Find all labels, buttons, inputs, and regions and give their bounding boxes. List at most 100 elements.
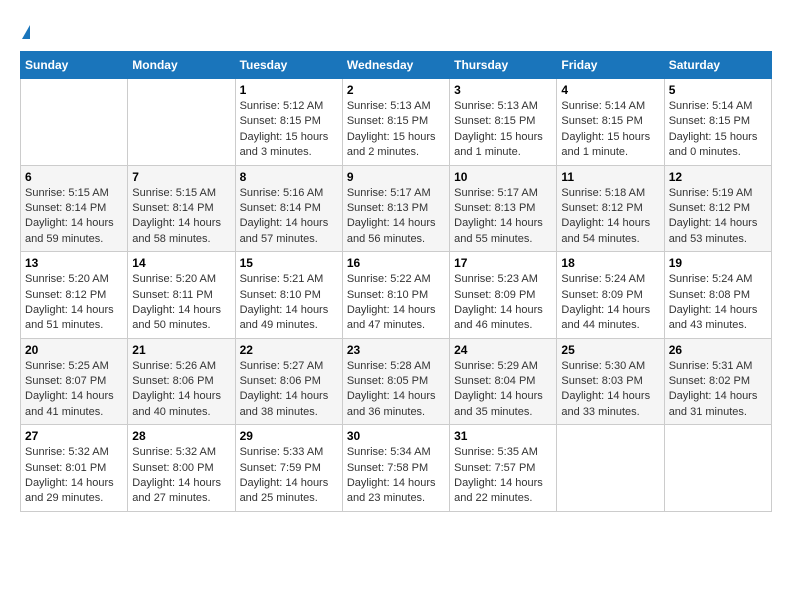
weekday-header-row: SundayMondayTuesdayWednesdayThursdayFrid… [21,52,772,79]
day-info: Sunrise: 5:24 AMSunset: 8:08 PMDaylight:… [669,272,767,334]
day-info: Sunrise: 5:21 AMSunset: 8:10 PMDaylight:… [240,272,338,334]
day-number: 3 [454,83,552,97]
day-info: Sunrise: 5:30 AMSunset: 8:03 PMDaylight:… [561,359,659,421]
weekday-header: Thursday [450,52,557,79]
weekday-header: Wednesday [342,52,449,79]
weekday-header: Sunday [21,52,128,79]
day-number: 29 [240,429,338,443]
day-info: Sunrise: 5:25 AMSunset: 8:07 PMDaylight:… [25,359,123,421]
weekday-header: Monday [128,52,235,79]
logo [20,20,90,41]
day-info: Sunrise: 5:13 AMSunset: 8:15 PMDaylight:… [347,99,445,161]
day-info: Sunrise: 5:13 AMSunset: 8:15 PMDaylight:… [454,99,552,161]
day-number: 11 [561,170,659,184]
calendar-cell: 28 Sunrise: 5:32 AMSunset: 8:00 PMDayligh… [128,425,235,512]
calendar-cell: 22Sunrise: 5:27 AMSunset: 8:06 PMDayligh… [235,338,342,425]
day-info: Sunrise: 5:14 AMSunset: 8:15 PMDaylight:… [561,99,659,161]
day-number: 14 [132,256,230,270]
day-number: 26 [669,343,767,357]
calendar-week-row: 13 Sunrise: 5:20 AMSunset: 8:12 PMDayligh… [21,252,772,339]
calendar-table: SundayMondayTuesdayWednesdayThursdayFrid… [20,51,772,512]
day-info: Sunrise: 5:19 AMSunset: 8:12 PMDaylight:… [669,186,767,248]
day-number: 23 [347,343,445,357]
day-number: 19 [669,256,767,270]
day-info: Sunrise: 5:15 AMSunset: 8:14 PMDaylight:… [25,186,123,248]
day-number: 8 [240,170,338,184]
weekday-header: Saturday [664,52,771,79]
day-info: Sunrise: 5:31 AMSunset: 8:02 PMDaylight:… [669,359,767,421]
calendar-cell: 2Sunrise: 5:13 AMSunset: 8:15 PMDaylight… [342,79,449,166]
day-info: Sunrise: 5:32 AMSunset: 8:01 PMDaylight:… [25,445,123,507]
day-number: 16 [347,256,445,270]
day-number: 4 [561,83,659,97]
calendar-cell: 12 Sunrise: 5:19 AMSunset: 8:12 PMDayligh… [664,165,771,252]
calendar-cell: 13 Sunrise: 5:20 AMSunset: 8:12 PMDayligh… [21,252,128,339]
calendar-week-row: 6 Sunrise: 5:15 AMSunset: 8:14 PMDaylight… [21,165,772,252]
day-number: 22 [240,343,338,357]
day-info: Sunrise: 5:15 AMSunset: 8:14 PMDaylight:… [132,186,230,248]
day-number: 20 [25,343,123,357]
calendar-cell [21,79,128,166]
calendar-cell: 1Sunrise: 5:12 AMSunset: 8:15 PMDaylight… [235,79,342,166]
page-header [20,20,772,41]
day-info: Sunrise: 5:17 AMSunset: 8:13 PMDaylight:… [347,186,445,248]
day-info: Sunrise: 5:24 AMSunset: 8:09 PMDaylight:… [561,272,659,334]
calendar-cell [128,79,235,166]
calendar-cell: 24Sunrise: 5:29 AMSunset: 8:04 PMDayligh… [450,338,557,425]
day-info: Sunrise: 5:33 AMSunset: 7:59 PMDaylight:… [240,445,338,507]
day-info: Sunrise: 5:28 AMSunset: 8:05 PMDaylight:… [347,359,445,421]
calendar-cell: 16 Sunrise: 5:22 AMSunset: 8:10 PMDayligh… [342,252,449,339]
calendar-cell [557,425,664,512]
day-number: 27 [25,429,123,443]
calendar-cell: 25 Sunrise: 5:30 AMSunset: 8:03 PMDayligh… [557,338,664,425]
day-number: 12 [669,170,767,184]
day-info: Sunrise: 5:18 AMSunset: 8:12 PMDaylight:… [561,186,659,248]
calendar-cell [664,425,771,512]
calendar-cell: 19 Sunrise: 5:24 AMSunset: 8:08 PMDayligh… [664,252,771,339]
calendar-cell: 9Sunrise: 5:17 AMSunset: 8:13 PMDaylight… [342,165,449,252]
calendar-cell: 4 Sunrise: 5:14 AMSunset: 8:15 PMDaylight… [557,79,664,166]
day-info: Sunrise: 5:34 AMSunset: 7:58 PMDaylight:… [347,445,445,507]
day-number: 28 [132,429,230,443]
day-info: Sunrise: 5:20 AMSunset: 8:11 PMDaylight:… [132,272,230,334]
day-info: Sunrise: 5:26 AMSunset: 8:06 PMDaylight:… [132,359,230,421]
calendar-cell: 27 Sunrise: 5:32 AMSunset: 8:01 PMDayligh… [21,425,128,512]
calendar-cell: 7 Sunrise: 5:15 AMSunset: 8:14 PMDaylight… [128,165,235,252]
calendar-cell: 10 Sunrise: 5:17 AMSunset: 8:13 PMDayligh… [450,165,557,252]
calendar-cell: 30 Sunrise: 5:34 AMSunset: 7:58 PMDayligh… [342,425,449,512]
calendar-cell: 6 Sunrise: 5:15 AMSunset: 8:14 PMDaylight… [21,165,128,252]
day-info: Sunrise: 5:14 AMSunset: 8:15 PMDaylight:… [669,99,767,161]
calendar-cell: 5 Sunrise: 5:14 AMSunset: 8:15 PMDaylight… [664,79,771,166]
calendar-cell: 3 Sunrise: 5:13 AMSunset: 8:15 PMDaylight… [450,79,557,166]
calendar-cell: 8Sunrise: 5:16 AMSunset: 8:14 PMDaylight… [235,165,342,252]
day-number: 7 [132,170,230,184]
day-number: 5 [669,83,767,97]
day-number: 31 [454,429,552,443]
calendar-cell: 14 Sunrise: 5:20 AMSunset: 8:11 PMDayligh… [128,252,235,339]
day-info: Sunrise: 5:22 AMSunset: 8:10 PMDaylight:… [347,272,445,334]
calendar-cell: 20 Sunrise: 5:25 AMSunset: 8:07 PMDayligh… [21,338,128,425]
calendar-cell: 21 Sunrise: 5:26 AMSunset: 8:06 PMDayligh… [128,338,235,425]
day-number: 17 [454,256,552,270]
day-number: 13 [25,256,123,270]
day-info: Sunrise: 5:29 AMSunset: 8:04 PMDaylight:… [454,359,552,421]
day-info: Sunrise: 5:12 AMSunset: 8:15 PMDaylight:… [240,99,338,161]
day-number: 30 [347,429,445,443]
day-info: Sunrise: 5:35 AMSunset: 7:57 PMDaylight:… [454,445,552,507]
day-number: 6 [25,170,123,184]
day-info: Sunrise: 5:32 AMSunset: 8:00 PMDaylight:… [132,445,230,507]
calendar-cell: 15 Sunrise: 5:21 AMSunset: 8:10 PMDayligh… [235,252,342,339]
calendar-cell: 26 Sunrise: 5:31 AMSunset: 8:02 PMDayligh… [664,338,771,425]
calendar-cell: 23 Sunrise: 5:28 AMSunset: 8:05 PMDayligh… [342,338,449,425]
day-number: 18 [561,256,659,270]
calendar-week-row: 1Sunrise: 5:12 AMSunset: 8:15 PMDaylight… [21,79,772,166]
day-number: 21 [132,343,230,357]
calendar-cell: 18 Sunrise: 5:24 AMSunset: 8:09 PMDayligh… [557,252,664,339]
logo-triangle-icon [22,25,30,39]
day-info: Sunrise: 5:23 AMSunset: 8:09 PMDaylight:… [454,272,552,334]
day-info: Sunrise: 5:20 AMSunset: 8:12 PMDaylight:… [25,272,123,334]
day-info: Sunrise: 5:17 AMSunset: 8:13 PMDaylight:… [454,186,552,248]
day-number: 15 [240,256,338,270]
day-number: 25 [561,343,659,357]
day-number: 10 [454,170,552,184]
